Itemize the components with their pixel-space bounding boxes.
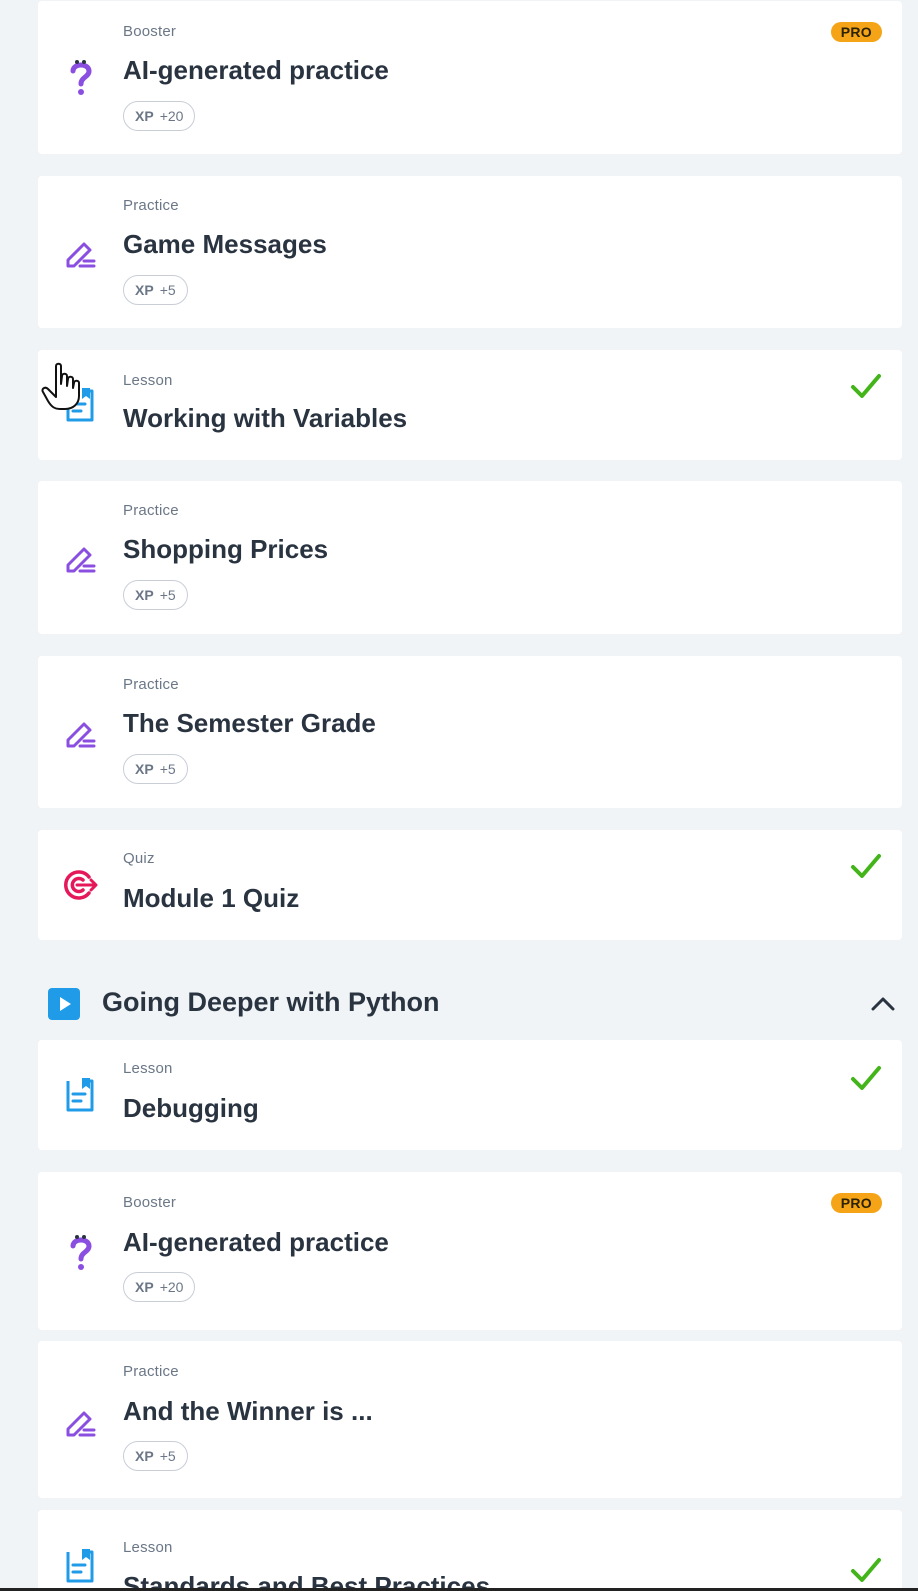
xp-badge: XP +20 (123, 101, 196, 131)
item-type-label: Practice (123, 197, 179, 214)
xp-value: +5 (159, 1448, 176, 1464)
xp-value: +5 (159, 587, 176, 603)
completed-check-icon (851, 374, 881, 398)
xp-label: XP (135, 587, 154, 603)
item-type-label: Quiz (123, 850, 155, 867)
completed-check-icon (851, 1558, 881, 1582)
course-item-booster-1[interactable]: Booster AI-generated practice XP +20 PRO (38, 1, 902, 154)
hand-cursor-icon (41, 362, 80, 410)
item-title: Working with Variables (123, 403, 408, 433)
xp-label: XP (135, 1279, 154, 1295)
xp-label: XP (135, 108, 154, 124)
xp-label: XP (135, 282, 154, 298)
course-item-lesson-working-with-variables[interactable]: Lesson Working with Variables (38, 350, 902, 460)
item-title: And the Winner is ... (123, 1396, 373, 1426)
chevron-up-icon[interactable] (868, 990, 898, 1018)
xp-value: +5 (159, 282, 176, 298)
booster-question-icon (60, 1232, 100, 1272)
xp-badge: XP +5 (123, 580, 188, 610)
lesson-document-icon (60, 1546, 100, 1586)
xp-badge: XP +5 (123, 1441, 188, 1471)
course-item-practice-game-messages[interactable]: Practice Game Messages XP +5 (38, 176, 902, 328)
item-type-label: Practice (123, 676, 179, 693)
item-title: Debugging (123, 1093, 259, 1123)
course-item-lesson-debugging[interactable]: Lesson Debugging (38, 1040, 902, 1150)
course-item-practice-semester-grade[interactable]: Practice The Semester Grade XP +5 (38, 656, 902, 808)
course-item-quiz-module-1[interactable]: Quiz Module 1 Quiz (38, 830, 902, 940)
section-header-going-deeper[interactable]: Going Deeper with Python (48, 987, 898, 1021)
section-title: Going Deeper with Python (102, 987, 440, 1017)
pencil-icon (60, 232, 100, 272)
item-title: AI-generated practice (123, 55, 389, 85)
item-type-label: Lesson (123, 1539, 173, 1556)
item-title: AI-generated practice (123, 1227, 389, 1257)
item-type-label: Booster (123, 1194, 177, 1211)
completed-check-icon (851, 854, 881, 878)
target-icon (60, 865, 100, 905)
completed-check-icon (851, 1066, 881, 1090)
xp-badge: XP +5 (123, 275, 188, 305)
item-title: Module 1 Quiz (123, 883, 300, 913)
item-type-label: Practice (123, 1363, 179, 1380)
item-title: Game Messages (123, 229, 327, 259)
xp-badge: XP +20 (123, 1272, 196, 1302)
play-icon (48, 988, 80, 1020)
course-item-lesson-standards[interactable]: Lesson Standards and Best Practices (38, 1510, 902, 1591)
item-type-label: Lesson (123, 372, 173, 389)
xp-label: XP (135, 761, 154, 777)
xp-value: +20 (159, 1279, 184, 1295)
pencil-icon (60, 1401, 100, 1441)
item-type-label: Booster (123, 23, 177, 40)
pro-badge: PRO (830, 1193, 882, 1213)
pro-badge: PRO (830, 22, 882, 42)
course-item-practice-shopping-prices[interactable]: Practice Shopping Prices XP +5 (38, 481, 902, 634)
lesson-document-icon (60, 1075, 100, 1115)
xp-label: XP (135, 1448, 154, 1464)
course-item-practice-and-the-winner[interactable]: Practice And the Winner is ... XP +5 (38, 1341, 902, 1498)
pencil-icon (60, 537, 100, 577)
booster-question-icon (60, 57, 100, 97)
item-title: Shopping Prices (123, 534, 329, 564)
xp-value: +20 (159, 108, 184, 124)
item-title: The Semester Grade (123, 708, 376, 738)
pencil-icon (60, 712, 100, 752)
xp-value: +5 (159, 761, 176, 777)
xp-badge: XP +5 (123, 754, 188, 784)
item-type-label: Lesson (123, 1060, 173, 1077)
course-item-booster-2[interactable]: Booster AI-generated practice XP +20 PRO (38, 1172, 902, 1330)
item-type-label: Practice (123, 502, 179, 519)
